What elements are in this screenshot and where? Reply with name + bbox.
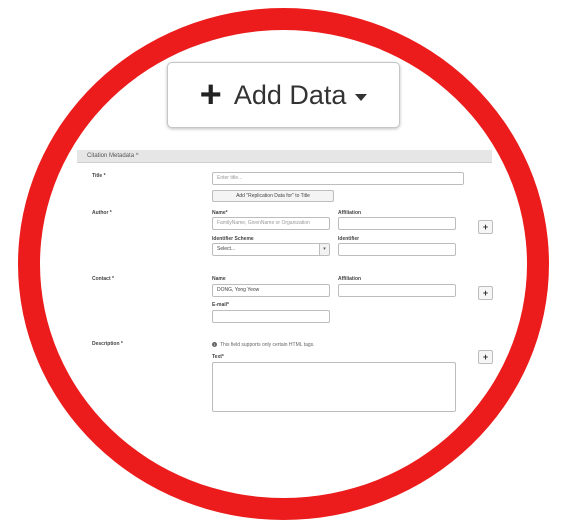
description-label: Description * — [92, 341, 123, 347]
identifier-scheme-value: Select... — [217, 246, 236, 252]
author-label: Author * — [92, 210, 112, 216]
contact-name-input[interactable]: DONG, Yong Yeow — [212, 284, 330, 297]
add-data-label: Add Data — [233, 79, 347, 110]
plus-icon: + — [482, 288, 489, 298]
author-affiliation-input[interactable] — [338, 217, 456, 230]
title-input[interactable]: Enter title... — [212, 172, 464, 185]
info-icon: i — [212, 342, 217, 347]
contact-label: Contact * — [92, 276, 114, 282]
citation-metadata-header-label: Citation Metadata ^ — [87, 153, 139, 159]
description-textarea[interactable] — [212, 362, 456, 412]
contact-name-label: Name — [212, 276, 226, 282]
identifier-label: Identifier — [338, 236, 360, 242]
description-text-label: Text* — [212, 354, 224, 360]
contact-affiliation-input[interactable] — [338, 284, 456, 297]
identifier-scheme-label: Identifier Scheme — [212, 236, 254, 242]
plus-icon: + — [482, 352, 489, 362]
add-replication-title-button[interactable]: Add "Replication Data for" to Title — [212, 190, 334, 202]
plus-icon: + — [199, 74, 222, 116]
author-affiliation-label: Affiliation — [338, 210, 362, 216]
caret-down-icon — [355, 93, 368, 101]
add-author-button[interactable]: + — [478, 220, 493, 234]
description-help-text: i This field supports only certain HTML t… — [212, 342, 315, 348]
author-name-input[interactable]: FamilyName, GivenName or Organization — [212, 217, 330, 230]
chevron-down-icon: ▾ — [319, 244, 329, 255]
add-contact-button[interactable]: + — [478, 286, 493, 300]
citation-metadata-header[interactable]: Citation Metadata ^ — [77, 150, 492, 163]
description-help-label: This field supports only certain HTML ta… — [220, 342, 315, 348]
contact-affiliation-label: Affiliation — [338, 276, 362, 282]
contact-email-label: E-mail* — [212, 302, 229, 308]
author-name-label: Name* — [212, 210, 228, 216]
identifier-input[interactable] — [338, 243, 456, 256]
contact-email-input[interactable] — [212, 310, 330, 323]
add-data-button[interactable]: + Add Data — [167, 62, 400, 128]
add-description-button[interactable]: + — [478, 350, 493, 364]
title-label: Title * — [92, 173, 106, 179]
identifier-scheme-select[interactable]: Select... ▾ — [212, 243, 330, 256]
plus-icon: + — [482, 222, 489, 232]
